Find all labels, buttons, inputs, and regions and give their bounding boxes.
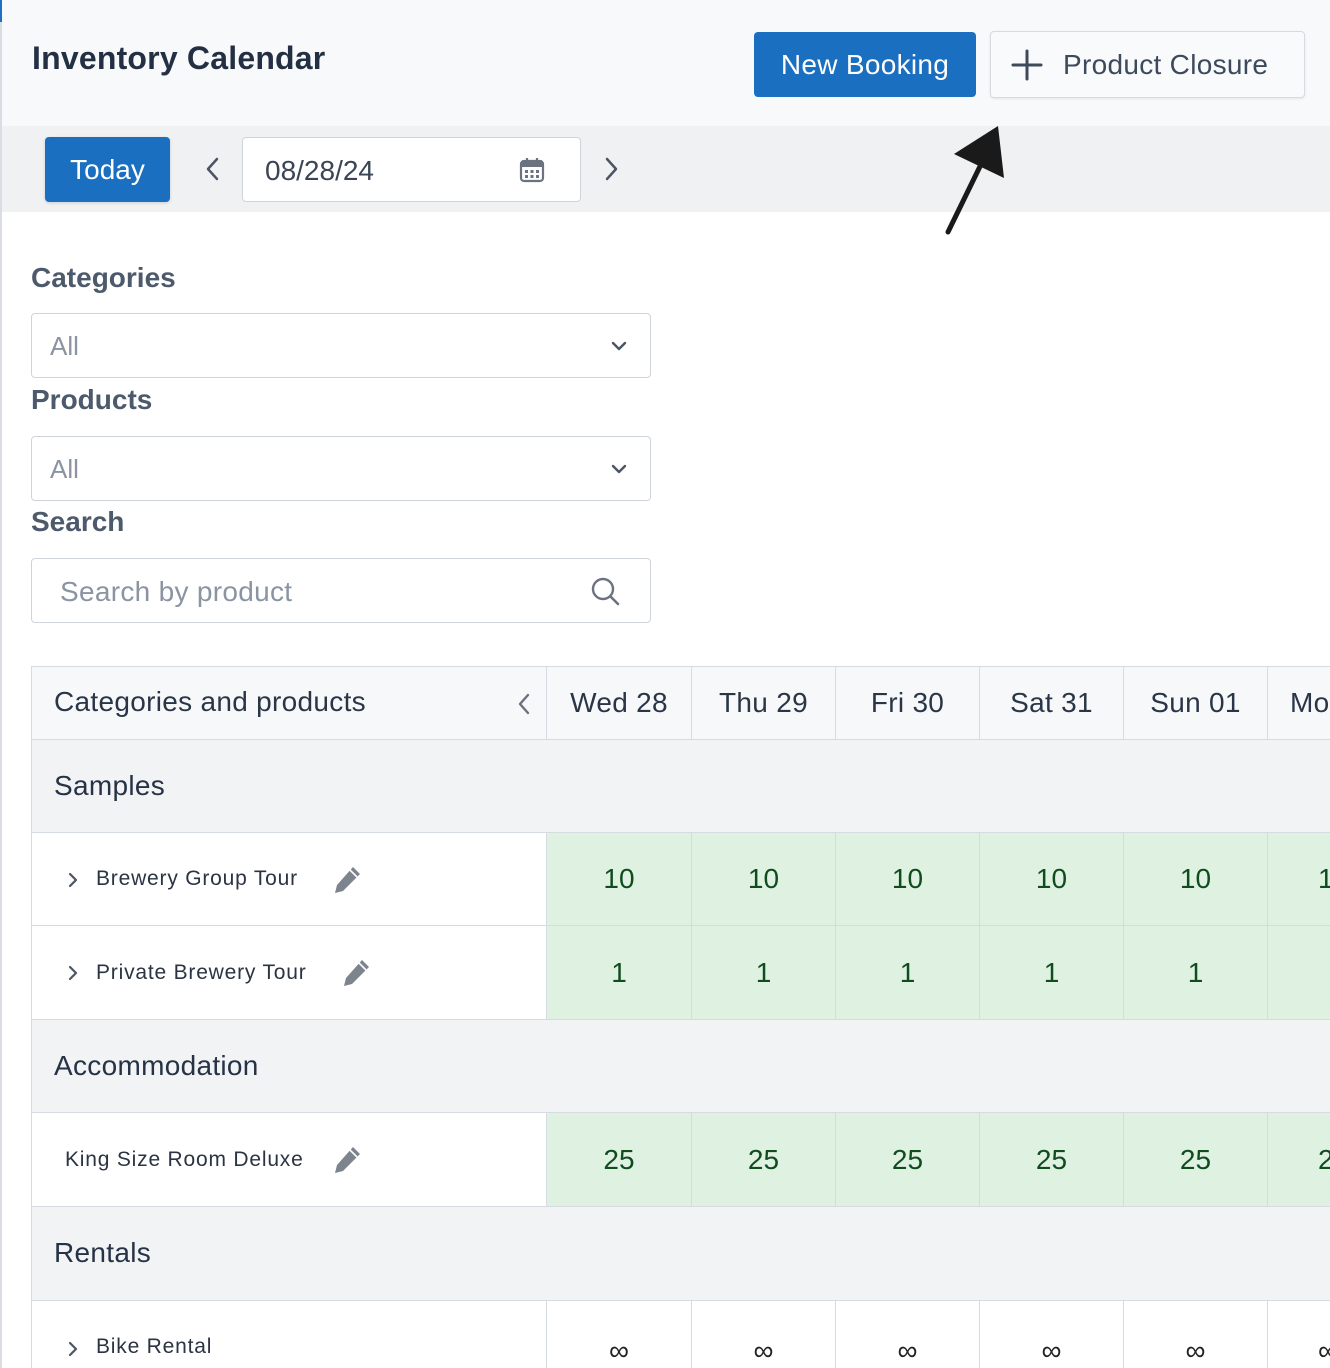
availability-cell[interactable]: 25: [547, 1113, 692, 1206]
availability-cell[interactable]: 10: [692, 833, 836, 925]
pencil-icon[interactable]: [332, 863, 364, 895]
availability-cell[interactable]: 1: [980, 926, 1124, 1019]
category-label: Accommodation: [54, 1050, 259, 1081]
chevron-down-icon: [611, 464, 627, 474]
availability-cell[interactable]: 10: [1124, 833, 1268, 925]
first-column-title: Categories and products: [54, 686, 366, 717]
product-name: Brewery Group Tour: [96, 867, 298, 890]
search-label: Search: [31, 506, 125, 537]
pencil-icon[interactable]: [332, 1143, 364, 1175]
today-button[interactable]: Today: [45, 137, 170, 202]
search-icon[interactable]: [590, 576, 620, 606]
day-header: Sun 01: [1124, 667, 1268, 739]
availability-cell[interactable]: [1268, 926, 1330, 1019]
product-cell: Bike Rental: [32, 1301, 547, 1368]
product-cell: King Size Room Deluxe: [32, 1113, 547, 1206]
product-name: King Size Room Deluxe: [65, 1147, 304, 1171]
categories-label: Categories: [31, 262, 176, 293]
availability-cell[interactable]: ∞: [1268, 1301, 1330, 1368]
availability-cell[interactable]: 25: [1124, 1113, 1268, 1206]
product-closure-button[interactable]: Product Closure: [990, 31, 1305, 98]
page-title: Inventory Calendar: [32, 40, 326, 76]
availability-cell[interactable]: ∞: [547, 1301, 692, 1368]
product-row: Bike Rental ∞ ∞ ∞ ∞ ∞ ∞: [32, 1301, 1330, 1368]
availability-cell[interactable]: 25: [980, 1113, 1124, 1206]
day-header: Fri 30: [836, 667, 980, 739]
availability-cell[interactable]: 25: [692, 1113, 836, 1206]
expand-chevron-icon[interactable]: [66, 1339, 80, 1359]
product-name: Private Brewery Tour: [96, 960, 307, 984]
search-input[interactable]: Search by product: [31, 558, 651, 623]
categories-select-value: All: [50, 331, 79, 361]
product-closure-label: Product Closure: [1063, 48, 1269, 80]
day-header: Sat 31: [980, 667, 1124, 739]
category-label: Samples: [54, 770, 166, 801]
product-name: Bike Rental: [96, 1335, 213, 1358]
availability-cell[interactable]: ∞: [1124, 1301, 1268, 1368]
day-header: Mo: [1268, 667, 1330, 739]
chevron-left-icon[interactable]: [202, 156, 224, 182]
product-row: King Size Room Deluxe 25 25 25 25 25 2: [32, 1113, 1330, 1207]
expand-chevron-icon[interactable]: [66, 963, 80, 983]
chevron-down-icon: [611, 341, 627, 351]
date-navigation-bar: Today 08/28/24: [2, 126, 1330, 212]
grid-header-row: Categories and products Wed 28 Thu 29 Fr…: [32, 667, 1330, 740]
date-field[interactable]: 08/28/24: [242, 137, 581, 202]
availability-cell[interactable]: 1: [1124, 926, 1268, 1019]
product-row: Private Brewery Tour 1 1 1 1 1: [32, 926, 1330, 1020]
availability-cell[interactable]: ∞: [692, 1301, 836, 1368]
page-header: Inventory Calendar New Booking Product C…: [2, 0, 1330, 126]
category-row: Rentals: [32, 1207, 1330, 1301]
availability-cell[interactable]: ∞: [980, 1301, 1124, 1368]
products-select[interactable]: All: [31, 436, 651, 501]
search-placeholder: Search by product: [60, 576, 293, 607]
first-column-header: Categories and products: [32, 667, 547, 739]
date-field-value: 08/28/24: [265, 155, 374, 186]
pencil-icon[interactable]: [341, 956, 373, 988]
products-label: Products: [31, 384, 153, 415]
availability-cell[interactable]: ∞: [836, 1301, 980, 1368]
inventory-grid: Categories and products Wed 28 Thu 29 Fr…: [31, 666, 1330, 1368]
product-row: Brewery Group Tour 10 10 10 10 10 1: [32, 833, 1330, 926]
availability-cell[interactable]: 1: [547, 926, 692, 1019]
day-header: Wed 28: [547, 667, 692, 739]
product-cell: Private Brewery Tour: [32, 926, 547, 1019]
arrow-annotation-icon: [945, 126, 1004, 235]
availability-cell[interactable]: 10: [836, 833, 980, 925]
availability-cell[interactable]: 25: [836, 1113, 980, 1206]
calendar-icon[interactable]: [518, 156, 546, 184]
chevron-left-icon[interactable]: [516, 692, 532, 716]
products-select-value: All: [50, 454, 79, 484]
day-header: Thu 29: [692, 667, 836, 739]
product-cell: Brewery Group Tour: [32, 833, 547, 925]
new-booking-button[interactable]: New Booking: [754, 32, 976, 97]
chevron-right-icon[interactable]: [600, 156, 622, 182]
availability-cell[interactable]: 10: [547, 833, 692, 925]
category-label: Rentals: [54, 1237, 152, 1268]
categories-select[interactable]: All: [31, 313, 651, 378]
availability-cell[interactable]: 10: [980, 833, 1124, 925]
availability-cell[interactable]: 1: [836, 926, 980, 1019]
plus-icon: [1011, 49, 1043, 80]
category-row: Accommodation: [32, 1020, 1330, 1113]
category-row: Samples: [32, 740, 1330, 833]
availability-cell[interactable]: 2: [1268, 1113, 1330, 1206]
availability-cell[interactable]: 1: [692, 926, 836, 1019]
expand-chevron-icon[interactable]: [66, 870, 80, 890]
availability-cell[interactable]: 1: [1268, 833, 1330, 925]
